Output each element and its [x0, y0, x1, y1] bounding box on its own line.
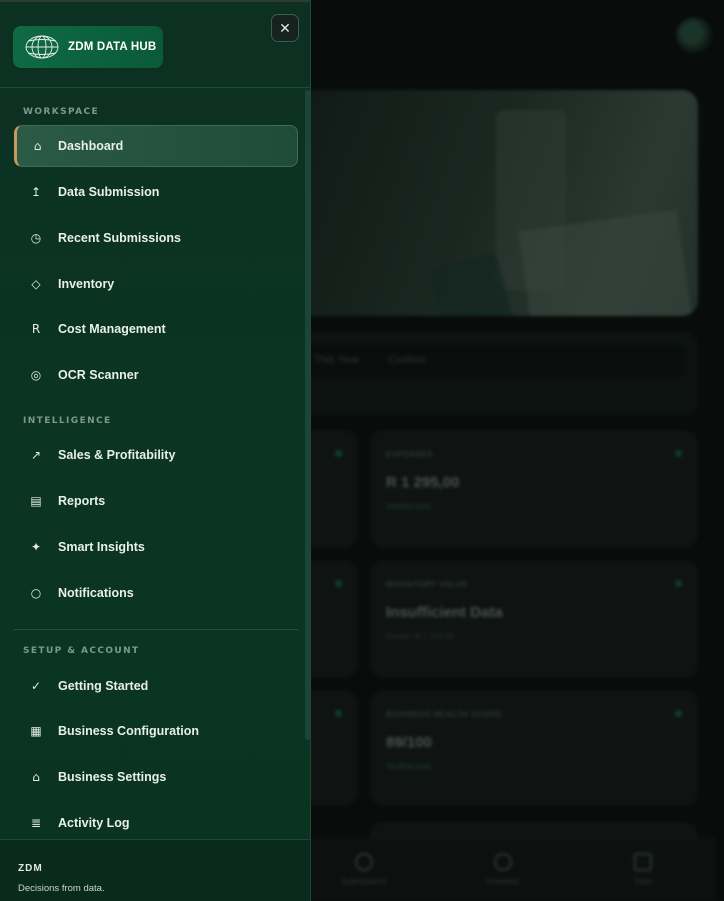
- nav-item-smart-insights[interactable]: ✦ Smart Insights: [14, 526, 298, 568]
- logo-text: ZDM DATA HUB: [68, 41, 157, 53]
- nav-item-activity-log[interactable]: ≣ Activity Log: [14, 802, 298, 844]
- grid-icon: ▦: [30, 724, 42, 738]
- nav-item-data-submission[interactable]: ↥ Data Submission: [14, 171, 298, 213]
- section-label-setup-account: SETUP & ACCOUNT: [23, 646, 140, 656]
- globe-icon: [25, 35, 59, 59]
- nav-item-ocr-scanner[interactable]: ◎ OCR Scanner: [14, 354, 298, 396]
- logo[interactable]: ZDM DATA HUB: [13, 26, 163, 68]
- nav-item-cost-management[interactable]: R Cost Management: [14, 308, 298, 350]
- building-icon: ⌂: [32, 770, 40, 784]
- box-icon: ◇: [31, 277, 41, 291]
- nav-item-business-settings[interactable]: ⌂ Business Settings: [14, 756, 298, 798]
- sidebar-footer: ZDM Decisions from data.: [0, 839, 310, 901]
- sidebar-scrollbar[interactable]: [305, 90, 310, 740]
- scan-icon: ◎: [30, 368, 42, 382]
- home-icon: ⌂: [33, 139, 42, 153]
- rand-icon: R: [31, 322, 41, 336]
- sparkle-icon: ✦: [30, 540, 42, 554]
- section-label-workspace: WORKSPACE: [23, 107, 100, 117]
- list-icon: ≣: [30, 816, 42, 830]
- nav-item-recent-submissions[interactable]: ◷ Recent Submissions: [14, 217, 298, 259]
- trend-up-icon: ↗: [30, 448, 42, 462]
- close-sidebar-button[interactable]: ✕: [271, 14, 299, 42]
- nav-item-notifications[interactable]: ○ Notifications: [14, 572, 298, 614]
- footer-tagline: Decisions from data.: [18, 883, 105, 894]
- check-icon: ✓: [30, 679, 42, 693]
- report-icon: ▤: [30, 494, 42, 508]
- nav-item-business-configuration[interactable]: ▦ Business Configuration: [14, 710, 298, 752]
- close-icon: ✕: [279, 19, 291, 36]
- upload-icon: ↥: [30, 185, 42, 199]
- nav-item-getting-started[interactable]: ✓ Getting Started: [14, 665, 298, 707]
- sidebar-header: ZDM DATA HUB: [0, 2, 310, 88]
- bell-icon: ○: [30, 586, 42, 600]
- nav-item-dashboard[interactable]: ⌂ Dashboard: [14, 125, 298, 167]
- nav-item-reports[interactable]: ▤ Reports: [14, 480, 298, 522]
- nav-item-sales-profitability[interactable]: ↗ Sales & Profitability: [14, 434, 298, 476]
- section-label-intelligence: INTELLIGENCE: [23, 416, 112, 426]
- footer-brand: ZDM: [18, 863, 43, 874]
- nav-item-inventory[interactable]: ◇ Inventory: [14, 263, 298, 305]
- clock-icon: ◷: [30, 231, 42, 245]
- sidebar: ZDM DATA HUB WORKSPACE ⌂ Dashboard ↥ Dat…: [0, 0, 311, 901]
- section-divider: [14, 629, 298, 630]
